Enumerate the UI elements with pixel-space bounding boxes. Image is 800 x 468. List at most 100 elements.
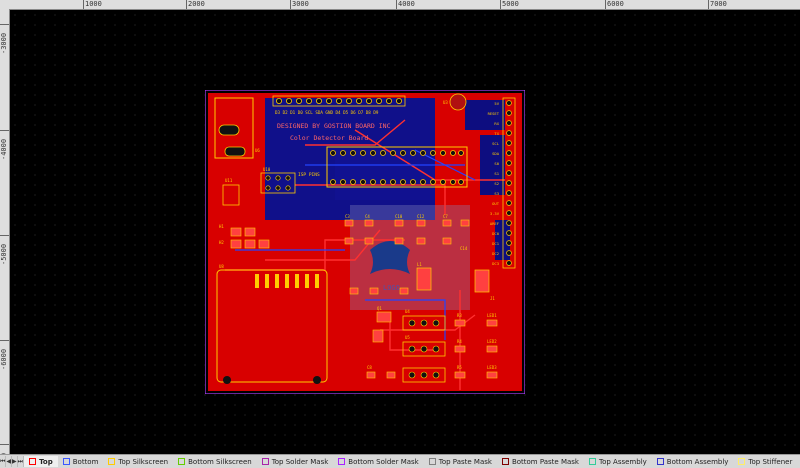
ref-c8: C8 — [367, 365, 372, 370]
pin-label-rx: RX — [494, 121, 499, 126]
ref-u10: U10 — [263, 167, 271, 172]
ref-h1: H1 — [219, 224, 224, 229]
layer-color-swatch — [738, 458, 746, 465]
pin-label-s1: S1 — [494, 171, 499, 176]
silk-title-2: Color Detector Board — [290, 134, 368, 142]
isp-label: ISP PINS — [298, 172, 320, 178]
layer-tab-top[interactable]: Top — [24, 456, 58, 467]
ref-j1: J1 — [490, 296, 495, 301]
ruler-top-label: 2000 — [188, 0, 205, 8]
ruler-tick — [83, 0, 84, 9]
barrel-jack-pad-1 — [218, 124, 240, 136]
ref-c7: C7 — [443, 214, 448, 219]
layer-color-swatch — [261, 458, 269, 465]
pin-label-5v: 5V — [494, 101, 499, 106]
silk-title-1: DESIGNED BY GOSTION BOARD INC — [277, 122, 391, 130]
ref-u8: U8 — [219, 264, 224, 269]
barrel-jack-pad-2 — [224, 146, 246, 157]
ruler-left-label: -5000 — [0, 243, 8, 265]
layer-color-swatch — [501, 458, 509, 465]
ruler-left-label: -3000 — [0, 32, 8, 54]
ruler-top-label: 3000 — [292, 0, 309, 8]
ruler-tick — [0, 130, 9, 131]
ruler-tick — [0, 235, 9, 236]
layer-color-swatch — [656, 458, 664, 465]
layer-color-swatch — [178, 458, 186, 465]
pin-label-out: OUT — [492, 201, 500, 206]
component-j1 — [474, 269, 490, 293]
ruler-tick — [605, 0, 606, 9]
pin-label-tx: TX — [494, 131, 499, 136]
layer-tab-label: Bottom Solder Mask — [348, 457, 419, 466]
ref-r4: R4 — [457, 339, 462, 344]
pin-label-dc1: DC1 — [492, 241, 500, 246]
mount-hole-2 — [313, 376, 321, 384]
pin-label-sda: SDA — [492, 151, 500, 156]
ref-h2: H2 — [219, 240, 224, 245]
pin-label-3v3: 3.3V — [490, 211, 500, 216]
pin-label-reset: RESET — [488, 111, 500, 116]
header-h1-pin-labels: D3 D2 D1 D0 SCL SDA GND D4 D5 D6 D7 D8 D… — [275, 110, 379, 115]
ruler-top-label: 4000 — [398, 0, 415, 8]
ref-u5: U5 — [405, 335, 410, 340]
ref-u11: U11 — [225, 178, 233, 183]
pin-label-s0: S0 — [494, 161, 499, 166]
ruler-left-label: -6000 — [0, 348, 8, 370]
pin-label-dc3: DC3 — [492, 261, 499, 266]
layer-tab-top-solder-mask[interactable]: Top Solder Mask — [257, 456, 334, 467]
ref-c4: C4 — [365, 214, 370, 219]
pin-label-s3: S3 — [494, 191, 499, 196]
pin-label-dc0: DC0 — [492, 231, 500, 236]
ruler-top-label: 6000 — [607, 0, 624, 8]
layer-color-swatch — [62, 458, 70, 465]
layer-color-swatch — [338, 458, 346, 465]
layer-color-swatch — [589, 458, 596, 465]
layer-tab-bottom-paste-mask[interactable]: Bottom Paste Mask — [497, 456, 584, 467]
ref-c10: C10 — [395, 214, 403, 219]
ruler-tick — [0, 24, 9, 25]
ruler-top-label: 5000 — [502, 0, 519, 8]
ruler-top-label: 7000 — [710, 0, 727, 8]
pin-label-scl: SCL — [492, 141, 500, 146]
mount-hole-1 — [223, 376, 231, 384]
ref-led3: LED3 — [487, 365, 497, 370]
layer-color-swatch — [108, 458, 116, 465]
layer-tab-bottom[interactable]: Bottom — [58, 456, 104, 467]
layer-tab-top-paste-mask[interactable]: Top Paste Mask — [424, 456, 497, 467]
ref-u6: U6 — [255, 148, 260, 153]
ref-c14: C14 — [460, 246, 468, 251]
layer-tab-bottom-silkscreen[interactable]: Bottom Silkscreen — [173, 456, 257, 467]
ref-c12: C12 — [417, 214, 425, 219]
layer-color-swatch — [29, 458, 37, 465]
layer-color-swatch — [428, 458, 436, 465]
layer-tab-label: Bottom — [72, 457, 99, 466]
layer-tab-label: Top Stiffener — [748, 457, 793, 466]
layer-tab-top-stiffener[interactable]: Top Stiffener — [733, 456, 797, 467]
ruler-tick — [0, 340, 9, 341]
layer-tab-bar: ⏮ ◀ ▶ ⏭ Top Bottom Top Silkscreen Bottom Si… — [0, 454, 800, 468]
layer-tab-bottom-assembly[interactable]: Bottom Assembly — [652, 456, 734, 467]
pin-label-aref: AREF — [490, 221, 500, 226]
layer-tab-label: Top Silkscreen — [118, 457, 169, 466]
ruler-tick — [708, 0, 709, 9]
layer-tab-bottom-solder-mask[interactable]: Bottom Solder Mask — [333, 456, 423, 467]
ruler-tick — [500, 0, 501, 9]
pin-label-dc2: DC2 — [492, 251, 499, 256]
layer-tab-label: Top — [39, 457, 53, 466]
ref-led2: LED2 — [487, 339, 497, 344]
ref-l1: L1 — [417, 262, 422, 267]
ruler-tick — [290, 0, 291, 9]
ruler-tick — [186, 0, 187, 9]
ruler-vertical: -3000-4000-5000-6000-7000 — [0, 9, 10, 454]
ruler-horizontal: 1000 2000 3000 4000 5000 6000 7000 — [0, 0, 800, 10]
layer-tab-top-silkscreen[interactable]: Top Silkscreen — [103, 456, 173, 467]
ref-q1: Q1 — [377, 306, 382, 311]
ref-c3: C3 — [345, 214, 350, 219]
pcb-board[interactable]: LOGO D3 D2 D1 D0 SCL SDA GND D4 D5 D6 D7… — [205, 90, 525, 394]
layer-tab-top-assembly[interactable]: Top Assembly — [584, 456, 652, 467]
bottom-pour-right — [465, 100, 505, 130]
layer-tab-label: Bottom Paste Mask — [511, 457, 579, 466]
ruler-left-label: -4000 — [0, 138, 8, 160]
pin-label-s2: S2 — [494, 181, 499, 186]
logo-text: LOGO — [383, 284, 400, 292]
